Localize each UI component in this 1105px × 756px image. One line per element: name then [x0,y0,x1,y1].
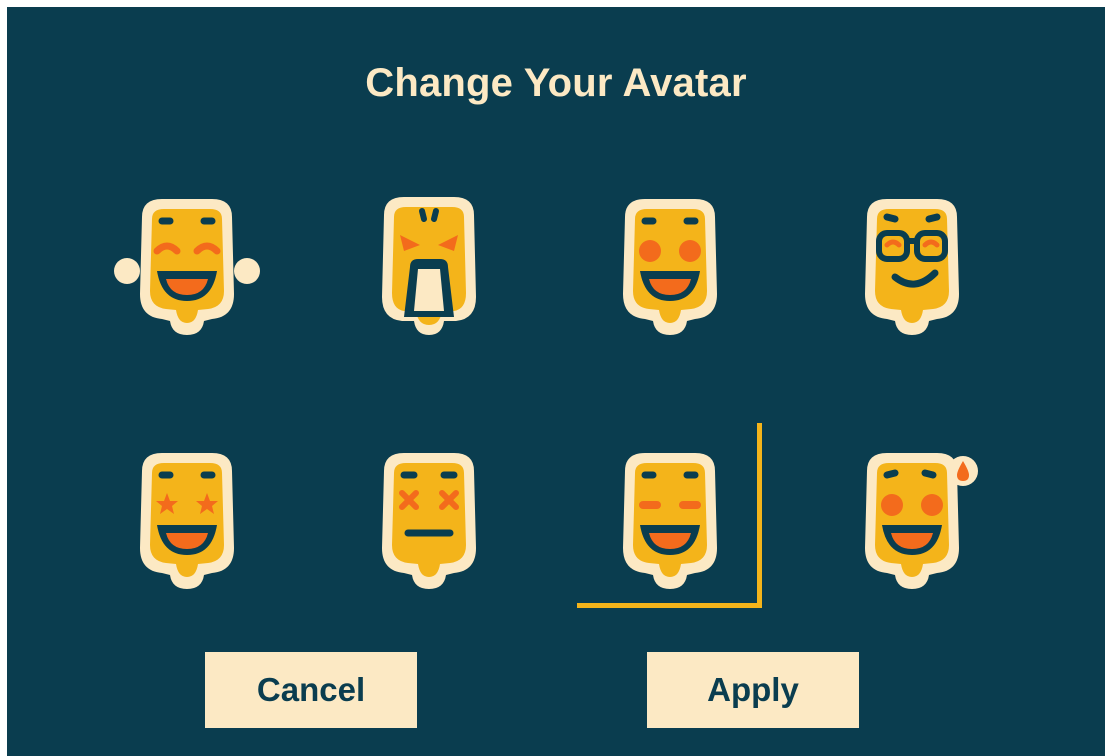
content-smiling-face-icon [623,453,717,589]
smirking-glasses-face-icon [865,199,959,335]
laughing-face-icon [114,199,260,335]
apply-button[interactable]: Apply [647,652,859,728]
happy-blushing-face-icon [623,199,717,335]
avatar-option-content[interactable] [595,443,745,593]
avatar-option-happy-blush[interactable] [595,189,745,339]
avatar-option-star-eyes[interactable] [112,443,262,593]
avatar-option-cool[interactable] [837,189,987,339]
avatar-dialog: Change Your Avatar Cancel Apply [7,7,1105,756]
angry-face-icon [382,197,476,335]
avatar-option-angry[interactable] [354,189,504,339]
dizzy-face-icon [382,453,476,589]
avatar-option-laughing[interactable] [112,189,262,339]
dialog-title: Change Your Avatar [365,61,747,105]
avatar-option-dizzy[interactable] [354,443,504,593]
cancel-button[interactable]: Cancel [205,652,417,728]
sweat-smile-face-icon [865,453,978,589]
star-eyes-face-icon [140,453,234,589]
avatar-option-sweat[interactable] [837,443,987,593]
